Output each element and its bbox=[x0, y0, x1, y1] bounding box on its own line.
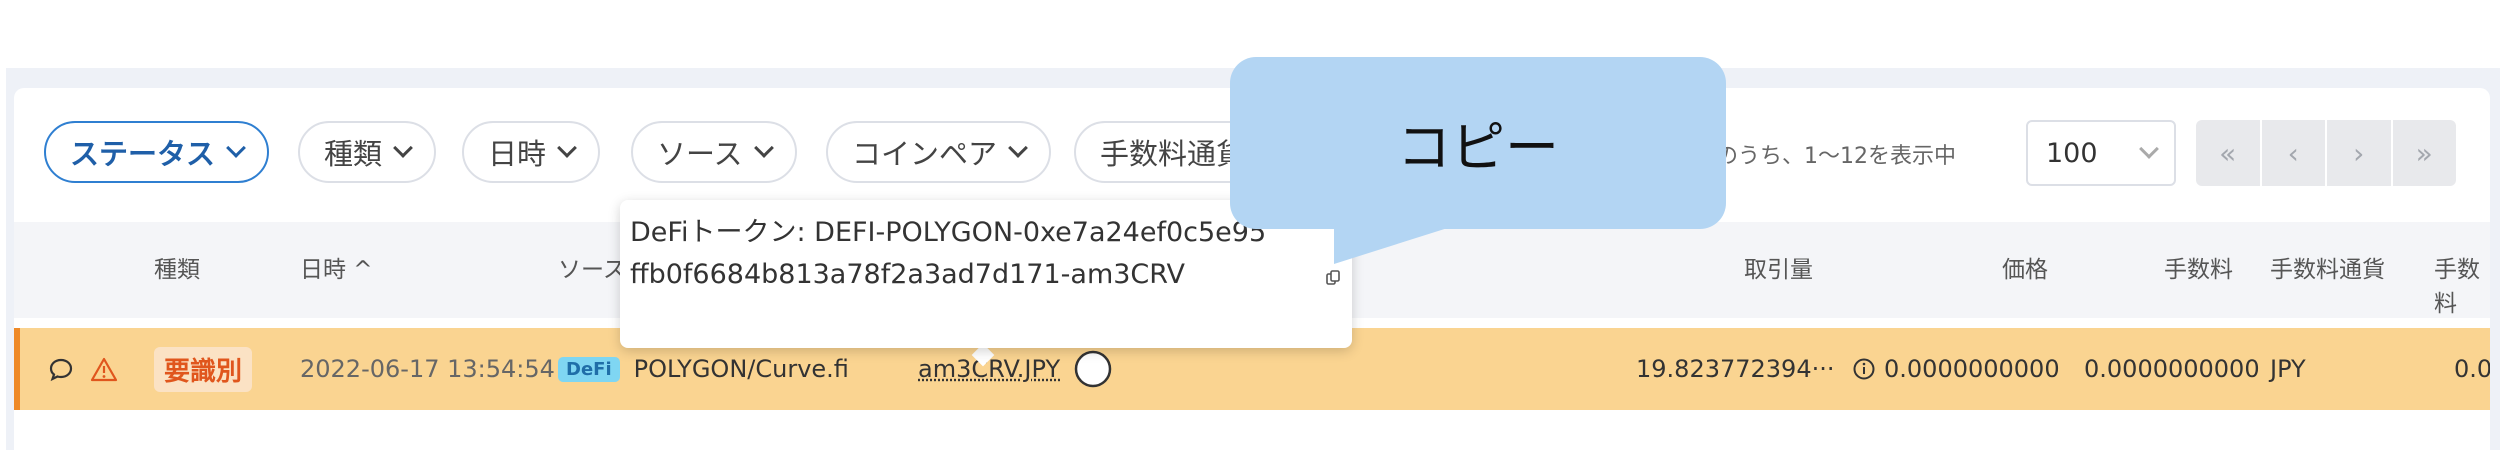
chevron-down-icon bbox=[226, 138, 246, 158]
column-header-source[interactable]: ソース bbox=[558, 250, 626, 284]
column-header-fee-currency[interactable]: 手数料通貨 bbox=[2270, 250, 2385, 284]
status-badge: 要識別 bbox=[154, 346, 253, 392]
per-page-value: 100 bbox=[2046, 137, 2098, 169]
filter-coin-pair[interactable]: コインペア bbox=[826, 121, 1052, 183]
price-cell: 0.0000000000 bbox=[1852, 328, 2060, 410]
chevron-down-icon bbox=[393, 138, 413, 158]
copy-icon[interactable] bbox=[1326, 270, 1340, 286]
filter-status-label: ステータス bbox=[70, 137, 216, 171]
circle-icon[interactable] bbox=[1072, 348, 1114, 390]
fee-cell-2: 0.0 bbox=[2454, 355, 2490, 383]
column-header-type[interactable]: 種類 bbox=[154, 250, 200, 284]
copy-callout-label: コピー bbox=[1397, 115, 1559, 179]
column-header-datetime[interactable]: 日時 ^ bbox=[300, 250, 373, 284]
column-header-volume[interactable]: 取引量 bbox=[1744, 250, 1813, 284]
chevron-down-icon bbox=[753, 138, 774, 158]
source-name: POLYGON/Curve.fi bbox=[633, 355, 849, 383]
price-value: 0.0000000000 bbox=[1884, 355, 2060, 383]
filter-type-label: 種類 bbox=[324, 137, 383, 171]
info-icon[interactable] bbox=[1852, 357, 1876, 381]
volume-cell: 19.823772394··· bbox=[1636, 355, 1835, 383]
copy-callout: コピー bbox=[1230, 57, 1726, 229]
pagination-controls: « ‹ › » bbox=[2196, 120, 2456, 186]
fee-currency-cell: JPY bbox=[2270, 355, 2306, 383]
chevron-down-icon bbox=[557, 138, 577, 158]
chevron-down-icon bbox=[2139, 139, 2159, 159]
comment-icon[interactable] bbox=[48, 328, 74, 410]
defi-badge: DeFi bbox=[558, 356, 620, 382]
first-page-button[interactable]: « bbox=[2196, 120, 2262, 186]
filter-coin-pair-label: コインペア bbox=[852, 137, 998, 171]
filter-type[interactable]: 種類 bbox=[298, 121, 437, 183]
filter-source-label: ソース bbox=[657, 137, 743, 171]
prev-page-button[interactable]: ‹ bbox=[2262, 120, 2327, 186]
fee-cell: 0.0000000000 bbox=[2084, 355, 2260, 383]
pagination-range-text: 件のうち、1〜12を表示中 bbox=[1694, 144, 1956, 169]
filter-fee-currency-label: 手数料通貨 bbox=[1100, 137, 1246, 171]
filter-datetime-label: 日時 bbox=[488, 137, 547, 171]
column-header-fee-2[interactable]: 手数料 bbox=[2434, 250, 2490, 318]
next-page-button[interactable]: › bbox=[2327, 120, 2393, 186]
filter-status[interactable]: ステータス bbox=[44, 121, 270, 183]
filter-datetime[interactable]: 日時 bbox=[462, 121, 601, 183]
column-header-price[interactable]: 価格 bbox=[2002, 250, 2048, 284]
datetime-cell: 2022-06-17 13:54:54 bbox=[300, 355, 555, 383]
status-cell: 要識別 bbox=[154, 328, 253, 410]
column-header-fee[interactable]: 手数料 bbox=[2164, 250, 2233, 284]
per-page-select[interactable]: 100 bbox=[2026, 120, 2176, 186]
tooltip-text: DeFiトークン: DEFI-POLYGON-0xe7a24ef0c5e95ff… bbox=[630, 217, 1267, 290]
callout-tail bbox=[1334, 226, 1454, 264]
chevron-down-icon bbox=[1008, 138, 1028, 158]
warning-icon bbox=[90, 328, 118, 410]
last-page-button[interactable]: » bbox=[2393, 120, 2457, 186]
filter-source[interactable]: ソース bbox=[631, 121, 797, 183]
